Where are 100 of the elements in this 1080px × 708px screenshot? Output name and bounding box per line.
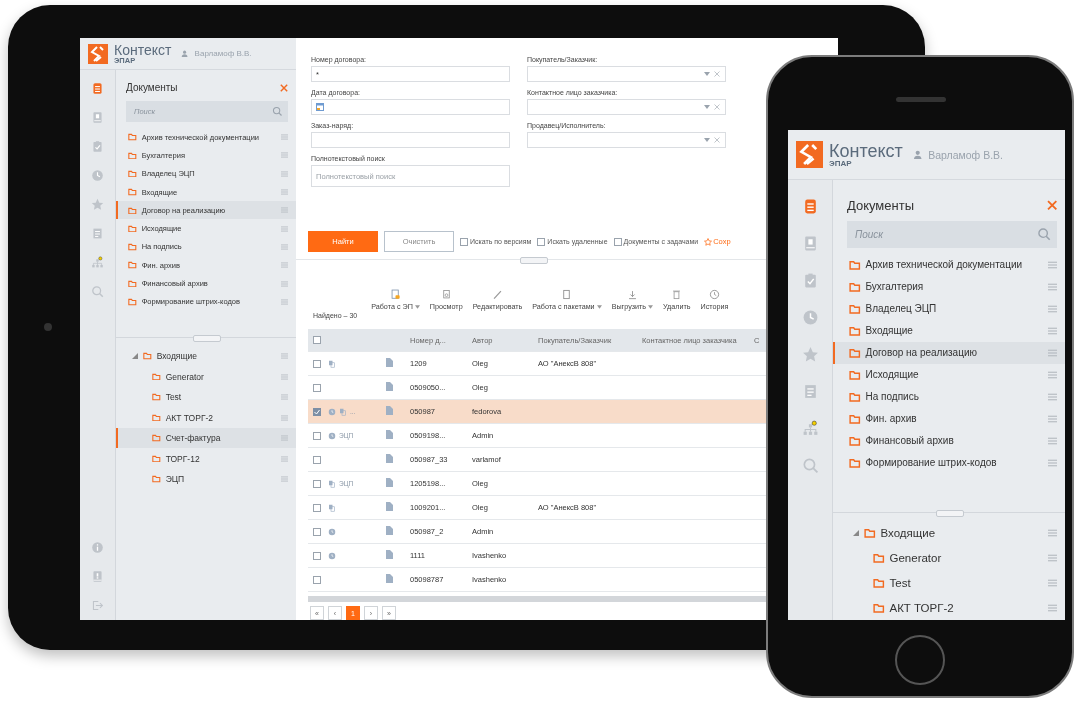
close-icon[interactable] bbox=[1046, 200, 1057, 211]
folder-item[interactable]: Фин. архив bbox=[833, 407, 1065, 430]
folder-icon bbox=[849, 435, 861, 446]
text-field[interactable] bbox=[311, 132, 510, 148]
menu-icon[interactable] bbox=[1047, 326, 1057, 335]
info-icon[interactable] bbox=[91, 541, 104, 554]
address-book-icon[interactable] bbox=[91, 111, 104, 124]
folder-icon bbox=[873, 602, 885, 613]
checkbox[interactable] bbox=[460, 237, 468, 246]
clear-icon[interactable] bbox=[713, 70, 721, 78]
tree-item[interactable]: Test bbox=[833, 570, 1065, 596]
folder-icon bbox=[864, 527, 876, 538]
dropdown-field[interactable] bbox=[527, 99, 726, 115]
folder-item[interactable]: Договор на реализацию bbox=[833, 341, 1065, 364]
dropdown-field[interactable] bbox=[527, 132, 726, 148]
menu-icon[interactable] bbox=[1047, 578, 1057, 587]
checkbox[interactable] bbox=[537, 237, 546, 246]
tree-item[interactable]: Счет-фактура bbox=[116, 427, 296, 449]
folder-item[interactable]: Формирование штрих-кодов bbox=[833, 451, 1065, 474]
folder-icon bbox=[849, 325, 861, 336]
folder-item[interactable]: На подпись bbox=[833, 385, 1065, 408]
tree-item[interactable]: АКТ ТОРГ-2 bbox=[833, 595, 1065, 620]
tree-item[interactable]: АКТ ТОРГ-2 bbox=[116, 407, 296, 428]
tree-item[interactable]: Generator bbox=[116, 366, 296, 387]
clear-icon[interactable] bbox=[713, 103, 721, 111]
expand-arrow-icon[interactable] bbox=[132, 353, 138, 360]
clipboard-check-icon[interactable] bbox=[91, 140, 104, 153]
tree-item[interactable]: ТОРГ-12 bbox=[116, 448, 296, 469]
clock-icon[interactable] bbox=[801, 309, 819, 326]
splitter-handle[interactable] bbox=[520, 257, 548, 265]
folder-item[interactable]: Входящие bbox=[833, 319, 1065, 342]
menu-icon[interactable] bbox=[1047, 603, 1057, 612]
checkbox[interactable] bbox=[313, 479, 321, 488]
checkbox[interactable] bbox=[313, 551, 321, 560]
menu-icon[interactable] bbox=[1047, 553, 1057, 562]
menu-icon[interactable] bbox=[1047, 348, 1057, 357]
home-button[interactable] bbox=[895, 635, 945, 685]
document-icon bbox=[386, 430, 393, 440]
brand-name: Контекст bbox=[114, 42, 172, 57]
menu-icon[interactable] bbox=[1047, 392, 1057, 401]
close-icon[interactable] bbox=[280, 83, 288, 92]
hierarchy-icon[interactable] bbox=[801, 420, 819, 437]
star-icon[interactable] bbox=[91, 198, 104, 211]
tree-item[interactable]: ЭЦП bbox=[116, 468, 296, 490]
star-icon[interactable] bbox=[801, 346, 819, 363]
document-icon[interactable] bbox=[91, 227, 104, 240]
checkbox[interactable] bbox=[613, 237, 622, 246]
checkbox[interactable] bbox=[313, 575, 321, 584]
checkbox[interactable] bbox=[313, 527, 321, 536]
menu-icon[interactable] bbox=[1047, 414, 1057, 423]
signed-document-icon bbox=[390, 289, 401, 301]
folder-icon bbox=[128, 133, 137, 141]
checkbox[interactable] bbox=[313, 455, 321, 464]
folder-icon bbox=[152, 372, 161, 381]
search-icon[interactable] bbox=[1037, 227, 1051, 242]
tree-item[interactable]: Входящие bbox=[116, 345, 296, 367]
search-icon[interactable] bbox=[91, 285, 104, 298]
search-icon[interactable] bbox=[271, 106, 282, 117]
folder-item[interactable]: Бухгалтерия bbox=[833, 275, 1065, 298]
folder-item[interactable]: Исходящие bbox=[833, 363, 1065, 386]
clear-icon[interactable] bbox=[713, 136, 721, 144]
menu-icon[interactable] bbox=[1047, 436, 1057, 445]
date-field[interactable] bbox=[311, 99, 510, 115]
logout-icon[interactable] bbox=[91, 599, 104, 612]
tree-item[interactable]: Test bbox=[116, 386, 296, 408]
checkbox[interactable] bbox=[313, 383, 321, 392]
menu-icon[interactable] bbox=[1047, 528, 1057, 537]
tree-item[interactable]: Входящие bbox=[833, 520, 1065, 546]
calendar-icon[interactable] bbox=[316, 103, 324, 111]
expand-arrow-icon[interactable] bbox=[853, 529, 859, 536]
checkbox[interactable] bbox=[313, 503, 321, 512]
folder-icon bbox=[128, 279, 137, 288]
menu-icon[interactable] bbox=[1047, 304, 1057, 313]
help-book-icon[interactable] bbox=[91, 570, 104, 583]
user-icon bbox=[912, 149, 923, 160]
checkbox[interactable] bbox=[313, 336, 321, 345]
hierarchy-icon[interactable] bbox=[91, 256, 104, 269]
menu-icon[interactable] bbox=[1047, 458, 1057, 467]
checkbox[interactable] bbox=[313, 359, 321, 368]
caret-icon[interactable] bbox=[703, 103, 711, 111]
menu-icon[interactable] bbox=[1047, 282, 1057, 291]
folder-item[interactable]: Владелец ЭЦП bbox=[833, 297, 1065, 320]
caret-icon[interactable] bbox=[703, 70, 711, 78]
document-stack-icon[interactable] bbox=[91, 82, 104, 95]
splitter-handle[interactable] bbox=[936, 509, 964, 517]
splitter-handle[interactable] bbox=[193, 334, 221, 342]
folder-item[interactable]: Финансовый архив bbox=[833, 429, 1065, 452]
menu-icon[interactable] bbox=[1047, 260, 1057, 269]
trash-icon bbox=[671, 289, 683, 301]
search-icon[interactable] bbox=[801, 457, 819, 474]
checkbox[interactable] bbox=[313, 407, 321, 416]
dropdown-field[interactable] bbox=[527, 66, 726, 82]
clock-icon[interactable] bbox=[91, 169, 104, 182]
tree-item[interactable]: Generator bbox=[833, 545, 1065, 571]
menu-icon[interactable] bbox=[1047, 370, 1057, 379]
document-icon bbox=[386, 502, 393, 512]
pencil-icon bbox=[491, 289, 503, 301]
checkbox[interactable] bbox=[313, 431, 321, 440]
folder-item[interactable]: Архив технической документации bbox=[833, 253, 1065, 276]
caret-icon[interactable] bbox=[703, 136, 711, 144]
